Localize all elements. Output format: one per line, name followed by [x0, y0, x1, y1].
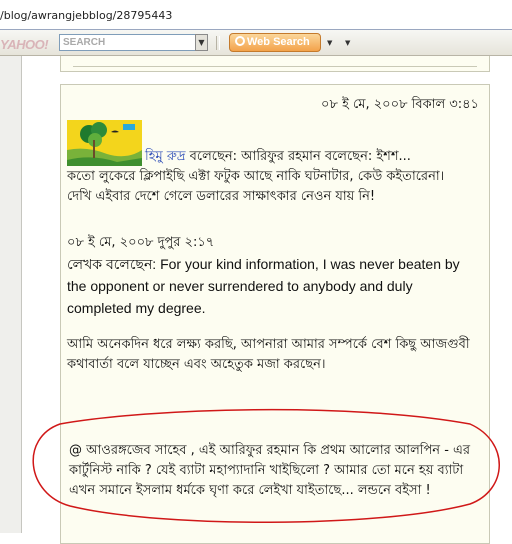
previous-comment-box — [60, 56, 490, 72]
reply-date: ০৮ ই মে, ২০০৮ দুপুর ২:১৭ — [67, 235, 215, 250]
url-text[interactable]: /blog/awrangjebblog/28795443 — [0, 9, 172, 22]
address-bar[interactable]: /blog/awrangjebblog/28795443 — [0, 0, 512, 30]
search-dropdown-icon[interactable]: ▼ — [195, 34, 208, 51]
web-search-dropdown-icon[interactable]: ▼ — [327, 39, 332, 47]
comment-body: কতো লুকেরে ক্লিপাইছি এক্টা ফটুক আছে নাকি… — [67, 169, 445, 204]
toolbar-options-icon[interactable]: ▼ — [345, 39, 350, 47]
yahoo-toolbar: YAHOO! SEARCH ▼ Web Search ▼ ▼ — [0, 30, 512, 56]
comment-intro: বলেছেন: আরিফুর রহমান বলেছেন: ইশশ... — [185, 149, 411, 164]
reply-paragraph: আমি অনেকদিন ধরে লক্ষ্য করছি, আপনারা আমার… — [67, 337, 470, 372]
search-icon — [235, 36, 245, 46]
toolbar-separator — [216, 36, 220, 50]
yahoo-logo[interactable]: YAHOO! — [0, 37, 49, 52]
avatar[interactable] — [67, 120, 142, 166]
comment-date: ০৮ ই মে, ২০০৮ বিকাল ৩:৪১ — [321, 97, 479, 112]
search-input[interactable]: SEARCH — [59, 34, 197, 51]
comment-header: হিমু রুদ্র বলেছেন: আরিফুর রহমান বলেছেন: … — [145, 147, 475, 167]
comment-box: ০৮ ই মে, ২০০৮ বিকাল ৩:৪১ হিমু রুদ্র বলেছ… — [60, 84, 490, 544]
comment-author-link[interactable]: হিমু রুদ্র — [145, 149, 186, 164]
left-sidebar — [0, 56, 22, 533]
reply-text: লেখক বলেছেন: For your kind information, … — [67, 256, 460, 316]
web-search-label: Web Search — [247, 36, 310, 48]
web-search-button[interactable]: Web Search — [229, 33, 321, 52]
mention-paragraph: @ আওরঙ্গজেব সাহেব , এই আরিফুর রহমান কি প… — [69, 443, 471, 498]
